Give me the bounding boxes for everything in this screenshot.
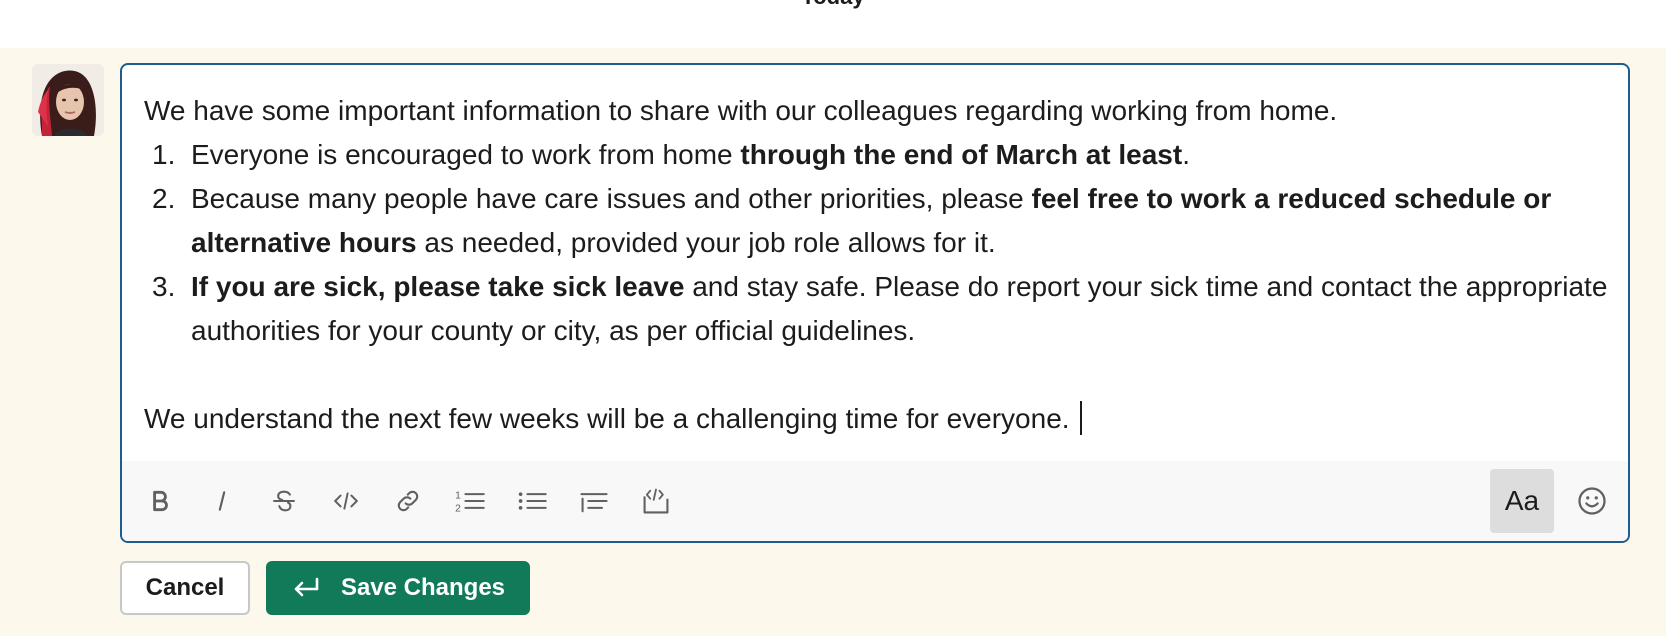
list-item-number: 3. (152, 271, 176, 302)
svg-text:2: 2 (455, 503, 461, 514)
day-divider-label: Today (0, 0, 1666, 10)
numbered-list: 1. Everyone is encouraged to work from ho… (144, 133, 1614, 353)
formatting-toolbar: 1 2 Aa (122, 461, 1628, 541)
message-edit-row: We have some important information to sh… (0, 48, 1666, 636)
link-icon (397, 490, 419, 512)
italic-icon (218, 491, 226, 511)
ordered-list-icon: 1 2 (455, 491, 485, 514)
list-item-text: as needed, provided your job role allows… (416, 227, 996, 258)
cancel-button-label: Cancel (145, 574, 225, 601)
emoji-icon (1578, 487, 1606, 515)
bold-button[interactable] (138, 479, 182, 523)
list-item-text: . (1182, 139, 1190, 170)
save-changes-button[interactable]: Save Changes (266, 561, 530, 615)
blockquote-button[interactable] (572, 479, 616, 523)
list-item-text: Because many people have care issues and… (191, 183, 1032, 214)
formatting-toggle-button[interactable]: Aa (1490, 469, 1554, 533)
bold-icon (153, 490, 168, 512)
strikethrough-icon (273, 490, 295, 512)
emoji-button[interactable] (1570, 479, 1614, 523)
bulleted-list-button[interactable] (510, 479, 554, 523)
avatar[interactable] (32, 64, 104, 136)
list-item-number: 1. (152, 139, 176, 170)
cancel-button[interactable]: Cancel (120, 561, 250, 615)
link-button[interactable] (386, 479, 430, 523)
enter-icon (294, 577, 319, 597)
list-item-bold-text: through the end of March at least (740, 139, 1183, 170)
svg-text:1: 1 (455, 491, 461, 502)
message-composer[interactable]: We have some important information to sh… (120, 63, 1630, 543)
list-item: 3. If you are sick, please take sick leav… (144, 265, 1614, 353)
code-icon (334, 492, 358, 510)
italic-button[interactable] (200, 479, 244, 523)
code-button[interactable] (324, 479, 368, 523)
message-closing: We understand the next few weeks will be… (144, 397, 1614, 441)
day-divider: Today (0, 0, 1666, 48)
list-item-number: 2. (152, 183, 176, 214)
avatar-image (32, 64, 104, 136)
bulleted-list-icon (518, 492, 547, 510)
list-item-bold-text: If you are sick, please take sick leave (191, 271, 685, 302)
blockquote-icon (580, 493, 608, 513)
list-item-text: Everyone is encouraged to work from home (191, 139, 741, 170)
save-changes-button-label: Save Changes (340, 574, 506, 601)
code-block-icon (643, 488, 669, 514)
text-cursor (1079, 401, 1082, 435)
strikethrough-button[interactable] (262, 479, 306, 523)
list-item: 2. Because many people have care issues a… (144, 177, 1614, 265)
message-editor[interactable]: We have some important information to sh… (144, 89, 1614, 441)
message-closing-text: We understand the next few weeks will be… (144, 403, 1070, 434)
code-block-button[interactable] (634, 479, 678, 523)
list-item: 1. Everyone is encouraged to work from ho… (144, 133, 1614, 177)
ordered-list-button[interactable]: 1 2 (448, 479, 492, 523)
message-intro: We have some important information to sh… (144, 95, 1338, 126)
